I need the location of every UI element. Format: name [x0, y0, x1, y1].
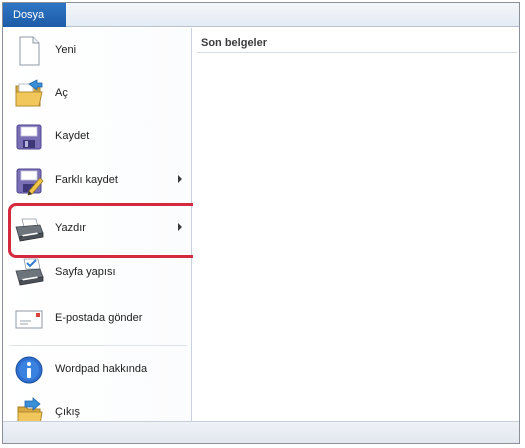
menu-item-open[interactable]: Aç	[3, 74, 192, 114]
email-icon	[13, 303, 45, 335]
menu-item-page-setup[interactable]: Sayfa yapısı	[3, 253, 192, 293]
new-document-icon	[13, 35, 45, 67]
save-icon	[13, 121, 45, 153]
recent-title-divider	[197, 52, 517, 53]
menu-item-new[interactable]: Yeni	[3, 31, 192, 71]
menu-item-save-as[interactable]: Farklı kaydet	[3, 161, 192, 201]
ribbon-tab-bar: Dosya	[3, 3, 519, 27]
menu-item-label: Wordpad hakkında	[55, 363, 148, 375]
menu-separator	[9, 345, 187, 346]
menu-item-save[interactable]: Kaydet	[3, 117, 192, 157]
menu-item-label: E-postada gönder	[55, 312, 143, 324]
wordpad-window: Dosya Yeni Aç Kaydet Farklı kaydet Yazdı…	[2, 2, 520, 444]
file-menu: Yeni Aç Kaydet Farklı kaydet Yazdır Sayf…	[3, 28, 192, 426]
menu-item-about[interactable]: Wordpad hakkında	[3, 350, 192, 390]
menu-item-send-email[interactable]: E-postada gönder	[3, 299, 192, 339]
menu-item-label: Sayfa yapısı	[55, 266, 116, 278]
menu-item-label: Yeni	[55, 44, 77, 56]
recent-documents-panel: Son belgeler	[193, 28, 519, 421]
menu-item-label: Çıkış	[55, 406, 81, 418]
printer-icon	[13, 213, 45, 245]
menu-item-print[interactable]: Yazdır	[3, 209, 192, 249]
page-setup-icon	[13, 257, 45, 289]
info-icon	[13, 354, 45, 386]
status-bar	[3, 421, 519, 443]
submenu-arrow-icon	[178, 175, 182, 183]
recent-documents-title: Son belgeler	[201, 37, 268, 49]
menu-item-label: Kaydet	[55, 130, 90, 142]
menu-item-label: Yazdır	[55, 222, 86, 234]
submenu-arrow-icon	[178, 223, 182, 231]
open-folder-icon	[13, 78, 45, 110]
menu-item-label: Aç	[55, 87, 68, 99]
menu-item-label: Farklı kaydet	[55, 174, 118, 186]
save-as-icon	[13, 165, 45, 197]
file-tab[interactable]: Dosya	[3, 3, 66, 27]
